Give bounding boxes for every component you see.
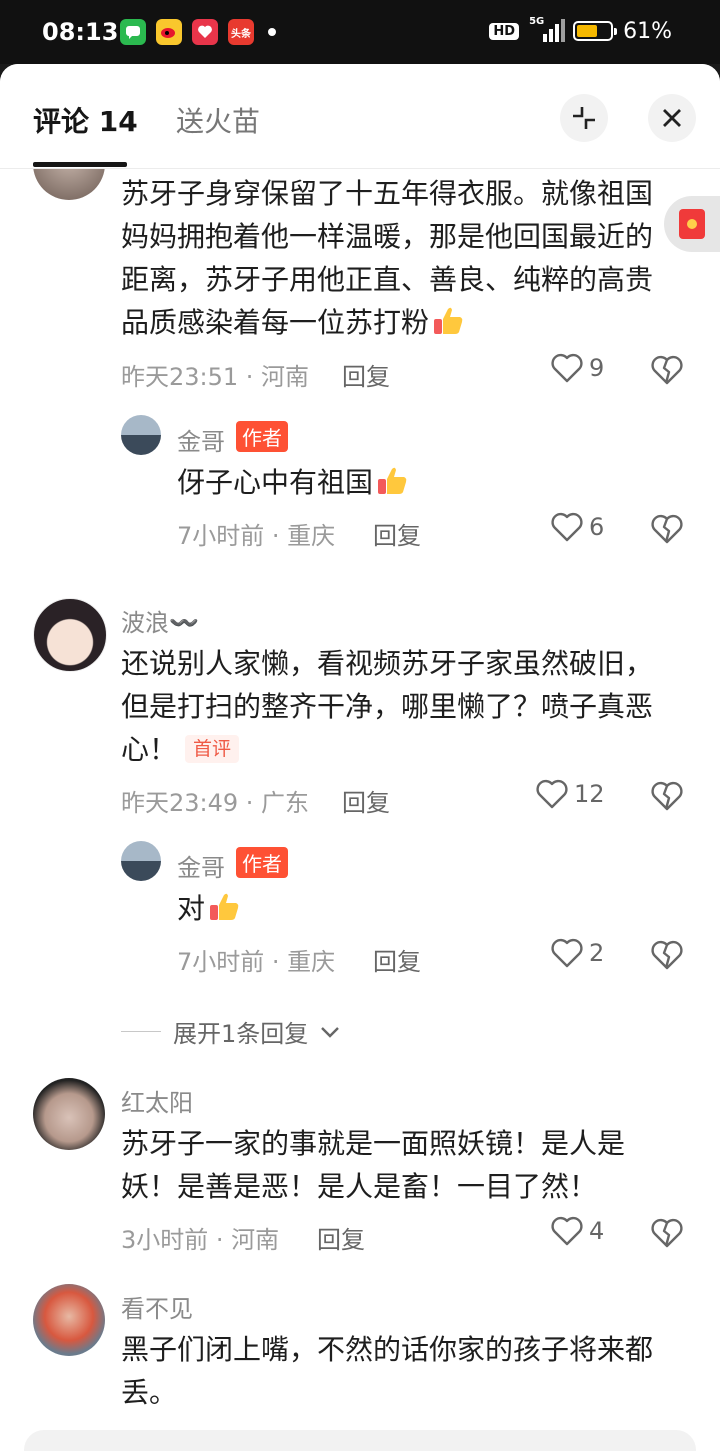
close-icon [663, 109, 681, 127]
like-button[interactable]: 2 [551, 938, 604, 968]
reply-button[interactable]: 回复 [342, 783, 390, 818]
avatar[interactable] [121, 841, 161, 881]
like-count: 9 [589, 354, 605, 382]
more-notifications-dot [268, 28, 276, 36]
comment-text: 苏牙子身穿保留了十五年得衣服。就像祖国妈妈拥抱着他一样温暖，那是他回国最近的距离… [121, 177, 654, 339]
signal-icon: 5G [529, 16, 566, 44]
red-packet-button[interactable] [664, 196, 720, 252]
thumbs-up-emoji-icon [378, 467, 407, 494]
heart-icon [536, 779, 568, 809]
comment-meta: 昨天23:49 · 广东 [121, 789, 310, 817]
avatar[interactable] [121, 415, 161, 455]
comment-text: 还说别人家懒，看视频苏牙子家虽然破旧，但是打扫的整齐干净，哪里懒了？喷子真恶心！… [121, 647, 654, 766]
dislike-button[interactable] [651, 514, 683, 548]
expand-replies-button[interactable]: 展开1条回复 [121, 1014, 340, 1049]
collapse-icon [573, 107, 595, 129]
broken-heart-icon [651, 355, 683, 385]
heart-icon [551, 353, 583, 383]
comment-meta: 3小时前 · 河南 [121, 1226, 280, 1254]
comment-list[interactable]: 苏牙子身穿保留了十五年得衣服。就像祖国妈妈拥抱着他一样温暖，那是他回国最近的距离… [0, 64, 720, 1451]
dislike-button[interactable] [651, 781, 683, 815]
red-packet-icon [679, 209, 705, 239]
like-button[interactable]: 6 [551, 512, 604, 542]
battery-icon [573, 21, 618, 41]
messages-icon [120, 19, 146, 45]
avatar[interactable] [33, 1078, 105, 1150]
reply-button[interactable]: 回复 [373, 942, 421, 977]
thumbs-up-emoji-icon [434, 307, 463, 334]
bottom-input-bar[interactable] [24, 1430, 696, 1451]
broken-heart-icon [651, 781, 683, 811]
username[interactable]: 红太阳 [121, 1083, 193, 1118]
first-comment-tag: 首评 [185, 735, 240, 763]
toutiao-icon: 头条 [228, 19, 254, 45]
broken-heart-icon [651, 1218, 683, 1248]
author-tag: 作者 [236, 421, 288, 452]
heart-icon [551, 1216, 583, 1246]
broken-heart-icon [651, 940, 683, 970]
expand-replies-label: 展开1条回复 [173, 1020, 309, 1048]
app-icon [192, 19, 218, 45]
like-button[interactable]: 4 [551, 1216, 604, 1246]
tab-comments[interactable]: 评论 14 [33, 100, 138, 140]
username[interactable]: 看不见 [121, 1289, 193, 1324]
like-count: 6 [589, 513, 605, 541]
comment-tabs: 评论 14 送火苗 [0, 64, 720, 169]
like-button[interactable]: 9 [551, 353, 604, 383]
tab-send-fire[interactable]: 送火苗 [176, 100, 260, 140]
dislike-button[interactable] [651, 1218, 683, 1252]
like-count: 12 [574, 780, 605, 808]
chevron-down-icon [321, 1026, 340, 1038]
reply-button[interactable]: 回复 [317, 1220, 365, 1255]
broken-heart-icon [651, 514, 683, 544]
comment-text: 黑子们闭上嘴，不然的话你家的孩子将来都丢。 [121, 1333, 654, 1409]
dislike-button[interactable] [651, 940, 683, 974]
comment-meta: 昨天23:51 · 河南 [121, 363, 310, 391]
comment-text: 伢子心中有祖国 [177, 461, 647, 504]
hd-badge: HD [489, 22, 520, 40]
status-bar: 08:13 头条 HD 5G 61% [0, 0, 720, 64]
comment-meta: 7小时前 · 重庆 [177, 522, 336, 550]
like-button[interactable]: 12 [536, 779, 605, 809]
comment-sheet: 苏牙子身穿保留了十五年得衣服。就像祖国妈妈拥抱着他一样温暖，那是他回国最近的距离… [0, 64, 720, 1451]
heart-icon [551, 512, 583, 542]
comment-meta: 7小时前 · 重庆 [177, 948, 336, 976]
like-count: 4 [589, 1217, 605, 1245]
dislike-button[interactable] [651, 355, 683, 389]
heart-icon [551, 938, 583, 968]
thumbs-up-emoji-icon [210, 893, 239, 920]
collapse-button[interactable] [560, 94, 608, 142]
notification-icons: 头条 [120, 19, 276, 45]
author-tag: 作者 [236, 847, 288, 878]
tab-indicator [33, 162, 127, 167]
username[interactable]: 金哥 [177, 848, 225, 883]
reply-button[interactable]: 回复 [342, 357, 390, 392]
username[interactable]: 波浪〰️ [121, 603, 199, 638]
avatar[interactable] [33, 598, 107, 672]
like-count: 2 [589, 939, 605, 967]
comment-text: 苏牙子一家的事就是一面照妖镜！是人是妖！是善是恶！是人是畜！一目了然！ [121, 1127, 626, 1203]
close-button[interactable] [648, 94, 696, 142]
status-time: 08:13 [42, 18, 119, 46]
username[interactable]: 金哥 [177, 422, 225, 457]
battery-percent: 61% [623, 18, 672, 44]
divider [121, 1031, 161, 1032]
avatar[interactable] [33, 1284, 105, 1356]
reply-button[interactable]: 回复 [373, 516, 421, 551]
comment-text: 对 [177, 887, 647, 930]
weibo-icon [156, 19, 182, 45]
